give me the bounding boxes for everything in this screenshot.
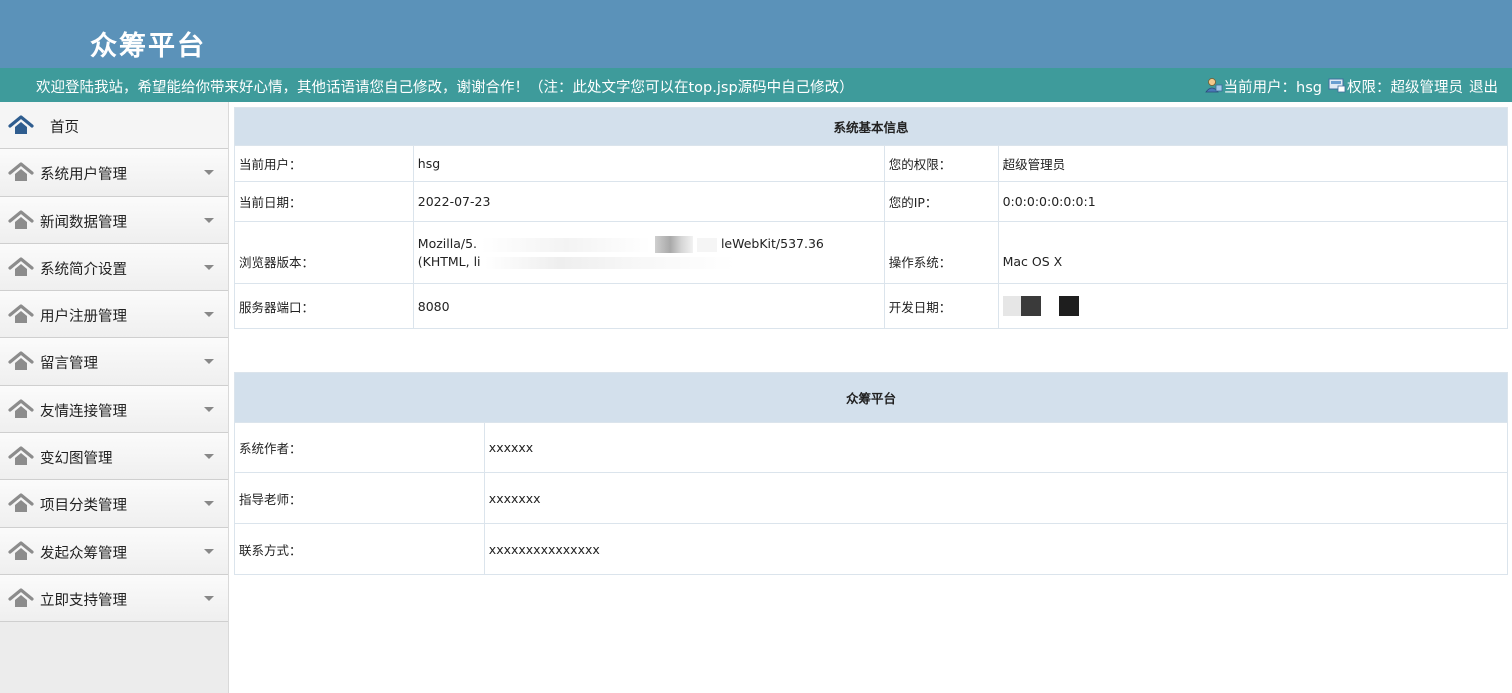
redacted-block bbox=[1040, 296, 1059, 316]
user-icon bbox=[1204, 77, 1223, 93]
sidebar-item-intro[interactable]: 系统简介设置 bbox=[0, 243, 228, 292]
redacted-block bbox=[1020, 296, 1041, 316]
welcome-bar: 欢迎登陆我站，希望能给你带来好心情，其他话语请您自己修改，谢谢合作！（注：此处文… bbox=[0, 68, 1512, 102]
roof-icon bbox=[8, 493, 34, 513]
logout-link[interactable]: 退出 bbox=[1469, 76, 1498, 97]
roof-icon bbox=[8, 588, 34, 608]
label-current-user: 当前用户： bbox=[234, 145, 414, 182]
chevron-down-icon bbox=[204, 264, 214, 270]
value-browser: Mozilla/5. leWebKit/537.36 (KHTML, li bbox=[412, 221, 885, 284]
user-info: 当前用户：hsg 权限：超级管理员 退出 bbox=[1204, 76, 1498, 97]
sidebar-item-label: 友情连接管理 bbox=[40, 403, 127, 420]
roof-icon bbox=[8, 399, 34, 419]
redacted-block bbox=[480, 237, 651, 252]
chevron-down-icon bbox=[204, 595, 214, 601]
current-user-label: 当前用户：hsg bbox=[1223, 80, 1322, 96]
sidebar-item-home[interactable]: 首页 bbox=[0, 102, 228, 150]
chevron-down-icon bbox=[204, 170, 214, 176]
sidebar-item-label: 留言管理 bbox=[40, 356, 98, 373]
roof-icon bbox=[8, 162, 34, 182]
chevron-down-icon bbox=[204, 501, 214, 507]
sidebar-item-links[interactable]: 友情连接管理 bbox=[0, 385, 228, 434]
sidebar-item-label: 立即支持管理 bbox=[40, 592, 127, 609]
platform-info-heading: 众筹平台 bbox=[234, 372, 1508, 423]
label-server-port: 服务器端口： bbox=[234, 283, 414, 329]
value-os: Mac OS X bbox=[997, 221, 1509, 284]
browser-line1-start: Mozilla/5. bbox=[417, 236, 477, 251]
sidebar-item-news[interactable]: 新闻数据管理 bbox=[0, 196, 228, 244]
sidebar-item-label: 变幻图管理 bbox=[40, 451, 113, 468]
roof-icon bbox=[8, 446, 34, 466]
sidebar-item-label: 首页 bbox=[50, 120, 79, 136]
label-teacher: 指导老师： bbox=[234, 472, 485, 524]
chevron-down-icon bbox=[204, 359, 214, 365]
main-content: 系统基本信息 当前用户： hsg 您的权限： 超级管理员 当前日期： 2022-… bbox=[234, 107, 1509, 575]
sidebar-item-messages[interactable]: 留言管理 bbox=[0, 338, 228, 386]
roof-icon bbox=[8, 351, 34, 371]
sidebar-item-label: 新闻数据管理 bbox=[40, 214, 127, 231]
sidebar-item-system-users[interactable]: 系统用户管理 bbox=[0, 149, 228, 197]
sidebar-item-label: 系统用户管理 bbox=[40, 167, 127, 184]
redacted-block bbox=[696, 237, 717, 252]
label-author: 系统作者： bbox=[234, 422, 485, 473]
value-dev-date bbox=[997, 283, 1509, 329]
welcome-text: 欢迎登陆我站，希望能给你带来好心情，其他话语请您自己修改，谢谢合作！（注：此处文… bbox=[36, 80, 854, 96]
label-os: 操作系统： bbox=[883, 221, 999, 284]
browser-line1-end: leWebKit/537.36 bbox=[720, 236, 824, 251]
label-current-date: 当前日期： bbox=[234, 181, 414, 222]
roof-icon bbox=[8, 257, 34, 277]
value-current-user: hsg bbox=[412, 145, 885, 182]
label-ip: 您的IP： bbox=[883, 181, 999, 222]
chevron-down-icon bbox=[204, 406, 214, 412]
label-contact: 联系方式： bbox=[234, 523, 485, 575]
home-icon bbox=[8, 115, 34, 135]
chevron-down-icon bbox=[204, 217, 214, 223]
chevron-down-icon bbox=[204, 548, 214, 554]
redacted-block bbox=[654, 236, 693, 253]
sidebar-item-crowdfunding[interactable]: 发起众筹管理 bbox=[0, 527, 228, 575]
sidebar-item-label: 用户注册管理 bbox=[40, 309, 127, 326]
sidebar-item-label: 项目分类管理 bbox=[40, 498, 127, 515]
redacted-block bbox=[484, 256, 735, 269]
sidebar-item-registration[interactable]: 用户注册管理 bbox=[0, 291, 228, 339]
label-dev-date: 开发日期： bbox=[883, 283, 999, 329]
system-info-table: 系统基本信息 当前用户： hsg 您的权限： 超级管理员 当前日期： 2022-… bbox=[234, 107, 1509, 329]
platform-info-table: 众筹平台 系统作者： xxxxxx 指导老师： xxxxxxx 联系方式： xx… bbox=[234, 372, 1509, 575]
redacted-block bbox=[1002, 296, 1021, 316]
roof-icon bbox=[8, 304, 34, 324]
sidebar-item-label: 发起众筹管理 bbox=[40, 545, 127, 562]
value-permission: 超级管理员 bbox=[997, 145, 1509, 182]
redacted-block bbox=[1058, 296, 1079, 316]
chevron-down-icon bbox=[204, 312, 214, 318]
label-permission: 您的权限： bbox=[883, 145, 999, 182]
value-teacher: xxxxxxx bbox=[483, 472, 1509, 524]
top-header: 众筹平台 bbox=[0, 0, 1512, 68]
site-title: 众筹平台 bbox=[90, 31, 206, 62]
sidebar-item-support[interactable]: 立即支持管理 bbox=[0, 574, 228, 623]
sidebar-item-label: 系统简介设置 bbox=[40, 261, 127, 278]
system-info-heading: 系统基本信息 bbox=[234, 107, 1508, 146]
role-label: 权限：超级管理员 bbox=[1347, 80, 1463, 96]
sidebar-menu: 首页 系统用户管理 新闻数据管理 系统简介设置 用户注册管理 留言管理 友情连接… bbox=[0, 102, 229, 693]
value-contact: xxxxxxxxxxxxxxx bbox=[483, 523, 1509, 575]
roof-icon bbox=[8, 541, 34, 561]
sidebar-item-carousel[interactable]: 变幻图管理 bbox=[0, 433, 228, 481]
label-browser: 浏览器版本： bbox=[234, 221, 414, 284]
roof-icon bbox=[8, 209, 34, 230]
chevron-down-icon bbox=[204, 454, 214, 460]
value-author: xxxxxx bbox=[483, 422, 1509, 473]
value-current-date: 2022-07-23 bbox=[412, 181, 885, 222]
value-ip: 0:0:0:0:0:0:0:1 bbox=[997, 181, 1509, 222]
browser-line2: (KHTML, li bbox=[417, 254, 481, 269]
role-icon bbox=[1328, 77, 1346, 93]
sidebar-item-categories[interactable]: 项目分类管理 bbox=[0, 480, 228, 528]
value-server-port: 8080 bbox=[412, 283, 885, 329]
